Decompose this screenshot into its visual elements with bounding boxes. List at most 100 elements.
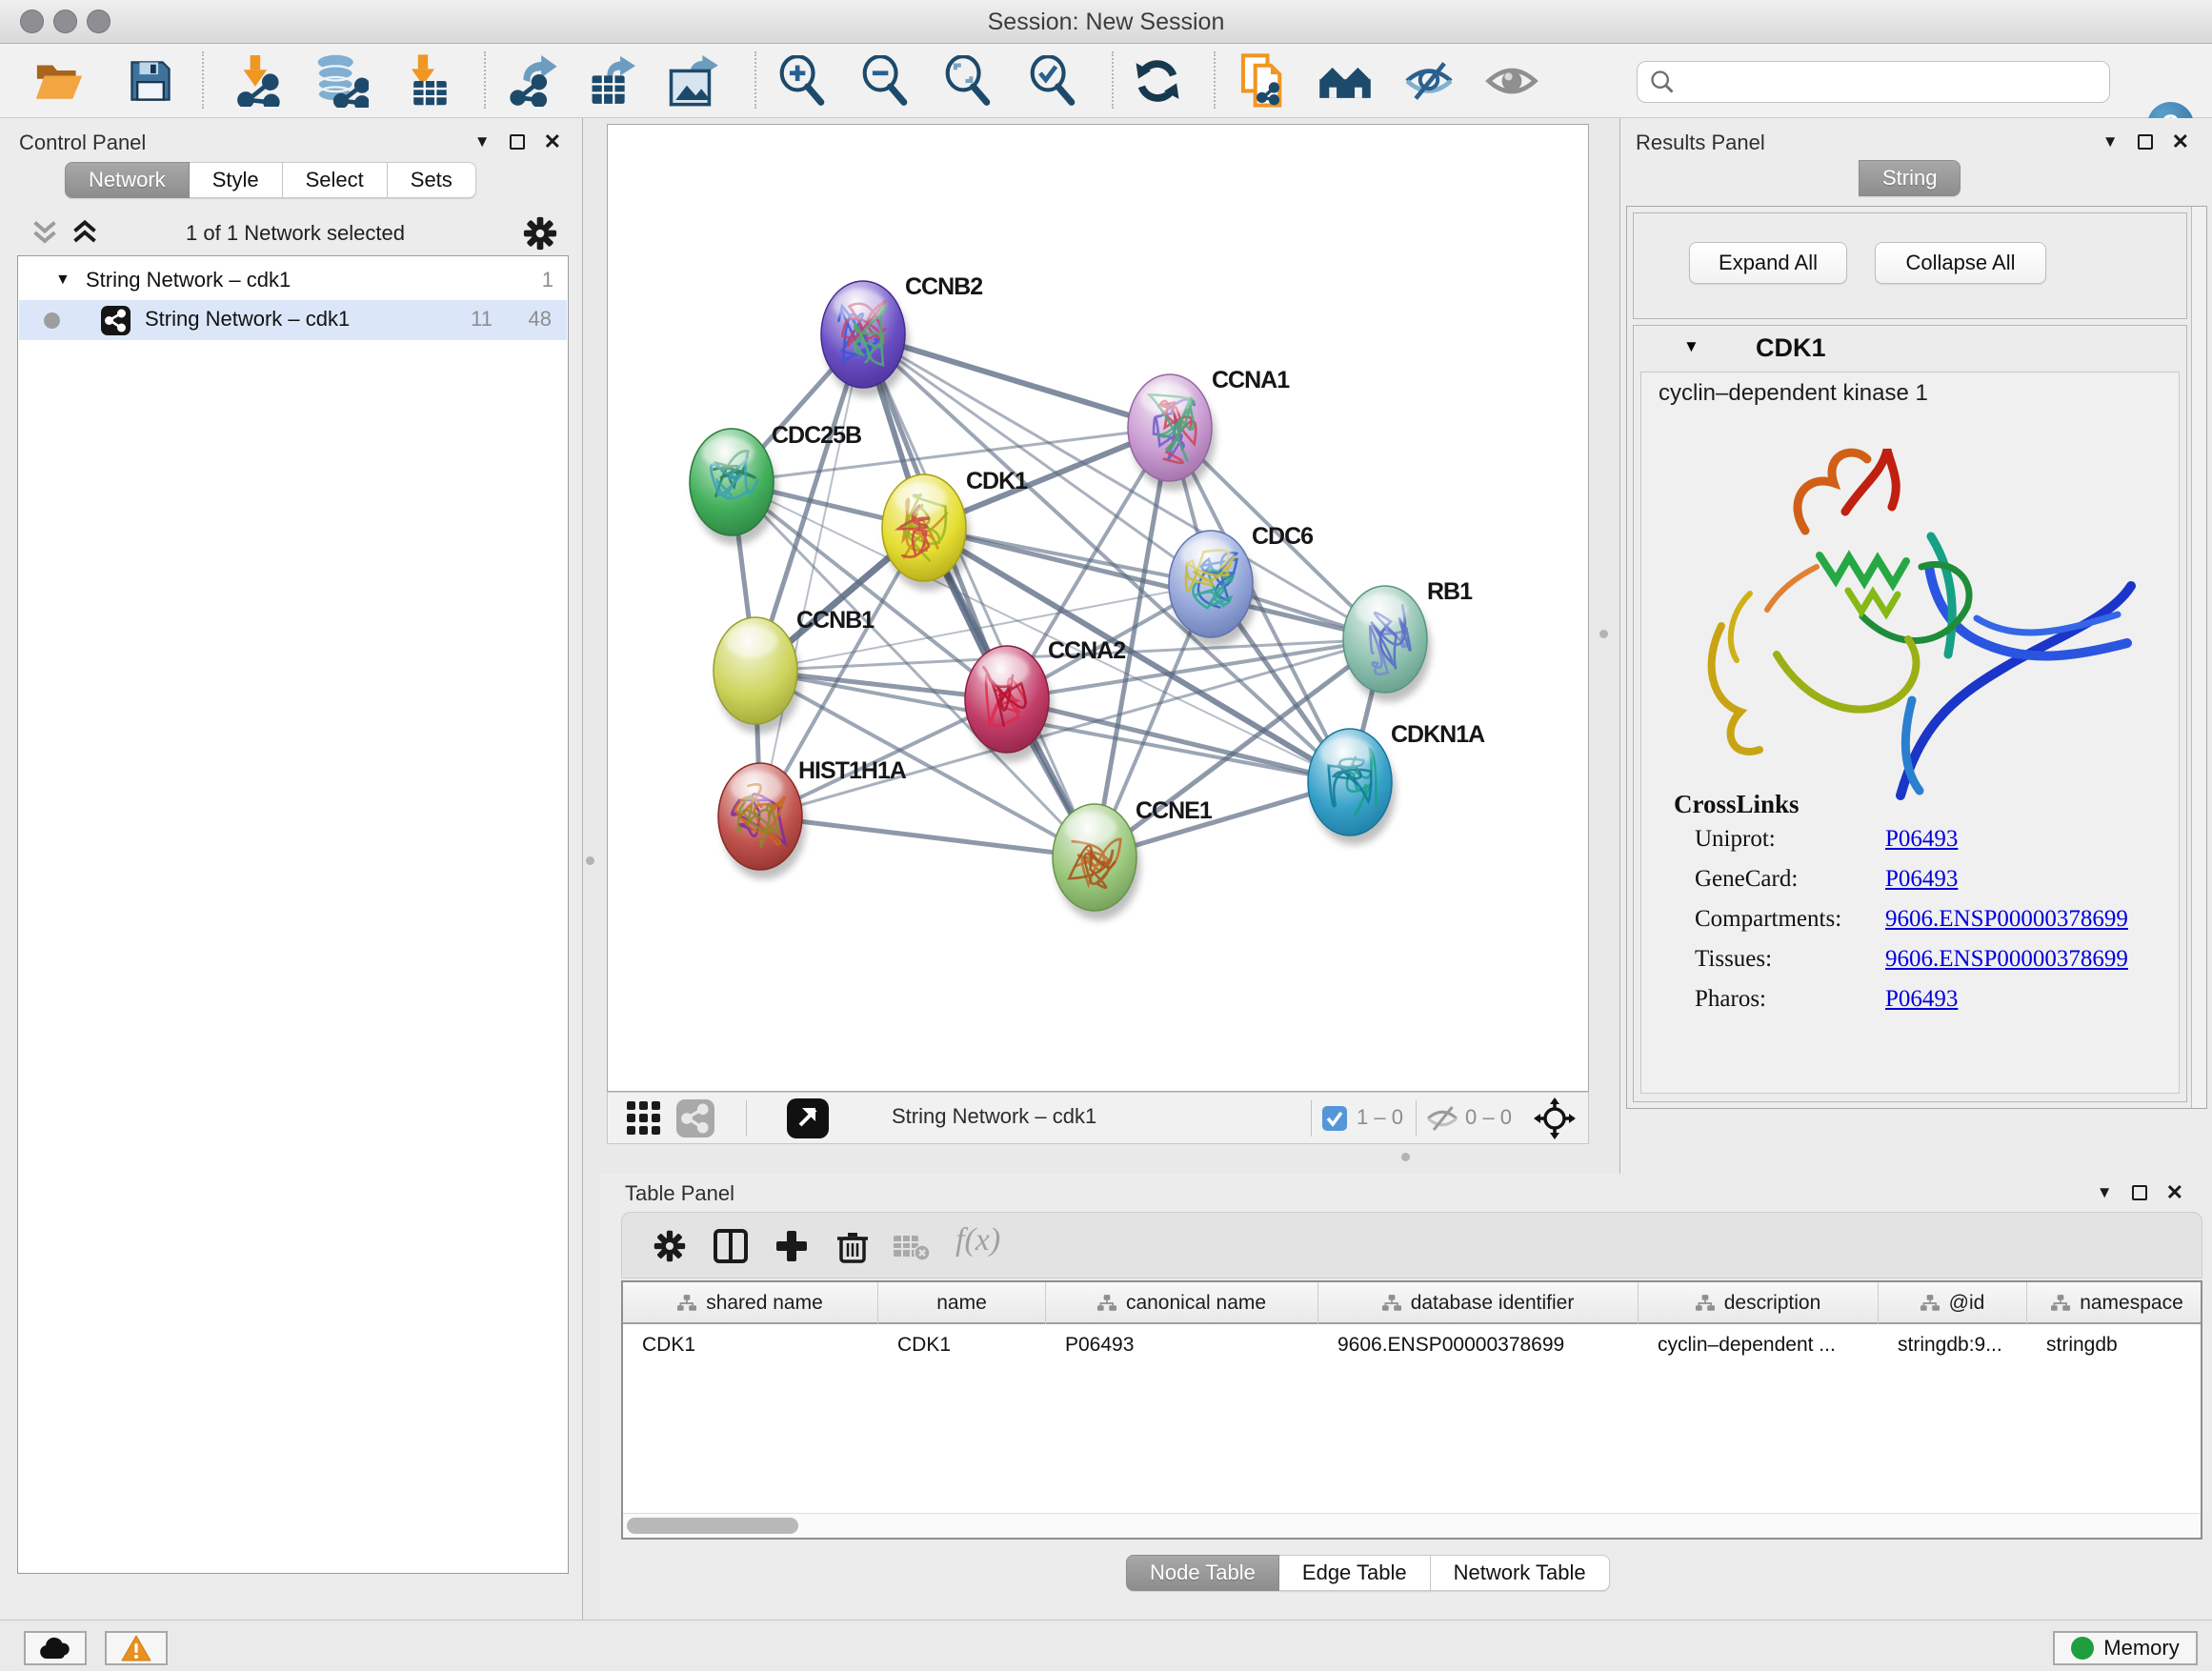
- column-header-label: database identifier: [1411, 1292, 1575, 1315]
- search-input[interactable]: [1683, 70, 2109, 93]
- expand-all-tree-icon[interactable]: [69, 218, 101, 247]
- import-network-database-icon[interactable]: [313, 54, 369, 108]
- warning-button[interactable]: [105, 1631, 168, 1665]
- zoom-in-icon[interactable]: [778, 55, 828, 107]
- crosslink-value-link[interactable]: 9606.ENSP00000378699: [1885, 946, 2128, 973]
- network-overview-icon[interactable]: [1317, 59, 1373, 103]
- fit-content-icon[interactable]: [944, 55, 994, 107]
- network-canvas[interactable]: CCNB2CCNA1CDC25BCDK1CDC6RB1CCNB1CCNA2CDK…: [607, 124, 1589, 1092]
- collapse-panel-icon[interactable]: ▼: [2102, 132, 2119, 151]
- table-cell[interactable]: CDK1: [623, 1326, 878, 1364]
- table-cell[interactable]: CDK1: [878, 1326, 1046, 1364]
- selected-checkbox-icon[interactable]: [1322, 1106, 1347, 1131]
- column-header-shared-name[interactable]: shared name: [623, 1282, 878, 1324]
- results-scrollbar[interactable]: [2191, 207, 2206, 1108]
- export-network-icon[interactable]: [508, 55, 559, 107]
- gene-details: cyclin–dependent kinase 1: [1640, 372, 2180, 1094]
- network-graph[interactable]: CCNB2CCNA1CDC25BCDK1CDC6RB1CCNB1CCNA2CDK…: [608, 125, 1588, 1091]
- left-splitter-handle[interactable]: [586, 856, 594, 865]
- column-header--id[interactable]: @id: [1879, 1282, 2027, 1324]
- tab-network-table[interactable]: Network Table: [1431, 1555, 1610, 1591]
- collapse-all-button[interactable]: Collapse All: [1875, 242, 2046, 284]
- column-header-label: @id: [1949, 1292, 1985, 1315]
- table-row[interactable]: CDK1CDK1P064939606.ENSP00000378699cyclin…: [623, 1326, 2202, 1364]
- float-panel-icon[interactable]: [2138, 134, 2153, 150]
- column-header-namespace[interactable]: namespace: [2027, 1282, 2202, 1324]
- bottom-splitter-handle[interactable]: [1401, 1153, 1410, 1161]
- table-cell[interactable]: P06493: [1046, 1326, 1318, 1364]
- crosslink-value-link[interactable]: P06493: [1885, 986, 1958, 1013]
- control-panel: Control Panel ▼ ✕ NetworkStyleSelectSets…: [0, 118, 583, 1620]
- zoom-out-icon[interactable]: [861, 55, 911, 107]
- column-header-canonical-name[interactable]: canonical name: [1046, 1282, 1318, 1324]
- crosslink-value-link[interactable]: P06493: [1885, 826, 1958, 853]
- first-neighbors-icon[interactable]: [1240, 53, 1288, 109]
- section-collapse-icon[interactable]: ▼: [1683, 337, 1699, 356]
- tab-sets[interactable]: Sets: [388, 162, 476, 198]
- node-label-CCNA2: CCNA2: [1048, 637, 1125, 664]
- node-label-CCNE1: CCNE1: [1136, 797, 1213, 824]
- control-panel-tabs: NetworkStyleSelectSets: [65, 162, 476, 198]
- close-panel-icon[interactable]: ✕: [2172, 134, 2189, 150]
- collapse-panel-icon[interactable]: ▼: [474, 132, 491, 151]
- crosslinks-title: CrossLinks: [1674, 790, 1800, 819]
- open-session-icon[interactable]: [34, 60, 84, 102]
- tab-network[interactable]: Network: [65, 162, 190, 198]
- table-horizontal-scrollbar[interactable]: [623, 1513, 2201, 1538]
- table-cell[interactable]: 9606.ENSP00000378699: [1318, 1326, 1639, 1364]
- detach-view-icon[interactable]: [787, 1098, 829, 1138]
- tab-style[interactable]: Style: [190, 162, 283, 198]
- column-header-label: namespace: [2080, 1292, 2183, 1315]
- show-all-icon[interactable]: [1485, 60, 1538, 102]
- table-cell[interactable]: cyclin–dependent ...: [1639, 1326, 1879, 1364]
- cloud-button[interactable]: [24, 1631, 87, 1665]
- memory-button[interactable]: Memory: [2053, 1631, 2198, 1665]
- import-network-file-icon[interactable]: [234, 55, 284, 107]
- delete-column-icon[interactable]: [835, 1229, 870, 1263]
- network-view-mode-icon[interactable]: [676, 1099, 714, 1137]
- export-table-icon[interactable]: [588, 55, 635, 107]
- tab-edge-table[interactable]: Edge Table: [1279, 1555, 1431, 1591]
- tab-string[interactable]: String: [1859, 160, 1961, 196]
- hide-selected-icon[interactable]: [1402, 59, 1456, 103]
- gear-icon[interactable]: [653, 1229, 687, 1263]
- column-header-description[interactable]: description: [1639, 1282, 1879, 1324]
- zoom-selected-icon[interactable]: [1029, 55, 1078, 107]
- table-cell[interactable]: stringdb:9...: [1879, 1326, 2027, 1364]
- scrollbar-thumb[interactable]: [627, 1518, 798, 1534]
- column-header-database-identifier[interactable]: database identifier: [1318, 1282, 1639, 1324]
- collapse-panel-icon[interactable]: ▼: [2097, 1183, 2113, 1202]
- edge-HIST1H1A-CCNE1[interactable]: [760, 816, 1095, 857]
- import-table-file-icon[interactable]: [405, 54, 449, 108]
- show-columns-icon[interactable]: [714, 1229, 748, 1263]
- network-collection-row[interactable]: ▼ String Network – cdk1 1: [19, 264, 567, 300]
- close-panel-icon[interactable]: ✕: [2166, 1185, 2183, 1200]
- expand-all-button[interactable]: Expand All: [1689, 242, 1847, 284]
- gear-icon[interactable]: [522, 215, 558, 252]
- add-column-icon[interactable]: [774, 1229, 809, 1263]
- pan-crosshair-icon[interactable]: [1534, 1097, 1576, 1139]
- right-splitter-handle[interactable]: [1599, 630, 1608, 638]
- column-header-name[interactable]: name: [878, 1282, 1046, 1324]
- grid-view-icon[interactable]: [625, 1099, 663, 1137]
- collapse-all-tree-icon[interactable]: [29, 218, 61, 247]
- network-row-selected[interactable]: String Network – cdk1 11 48: [19, 300, 567, 340]
- toolbar-separator: [1416, 1100, 1417, 1137]
- refresh-icon[interactable]: [1133, 56, 1182, 106]
- node-table[interactable]: shared namenamecanonical name database id…: [621, 1280, 2202, 1540]
- search-field[interactable]: [1637, 61, 2110, 103]
- tree-expand-icon[interactable]: ▼: [55, 272, 70, 289]
- float-panel-icon[interactable]: [510, 134, 525, 150]
- close-panel-icon[interactable]: ✕: [544, 134, 561, 150]
- export-image-icon[interactable]: [668, 55, 719, 107]
- table-cell[interactable]: stringdb: [2027, 1326, 2202, 1364]
- edge-CCNB2-CCNA1[interactable]: [863, 334, 1170, 428]
- crosslinks-list: Uniprot:P06493GeneCard:P06493Compartment…: [1695, 826, 2171, 1026]
- crosslink-value-link[interactable]: 9606.ENSP00000378699: [1885, 906, 2128, 933]
- table-panel-title: Table Panel: [625, 1181, 734, 1206]
- crosslink-value-link[interactable]: P06493: [1885, 866, 1958, 893]
- tab-select[interactable]: Select: [283, 162, 388, 198]
- tab-node-table[interactable]: Node Table: [1126, 1555, 1279, 1591]
- save-session-icon[interactable]: [129, 59, 172, 103]
- float-panel-icon[interactable]: [2132, 1185, 2147, 1200]
